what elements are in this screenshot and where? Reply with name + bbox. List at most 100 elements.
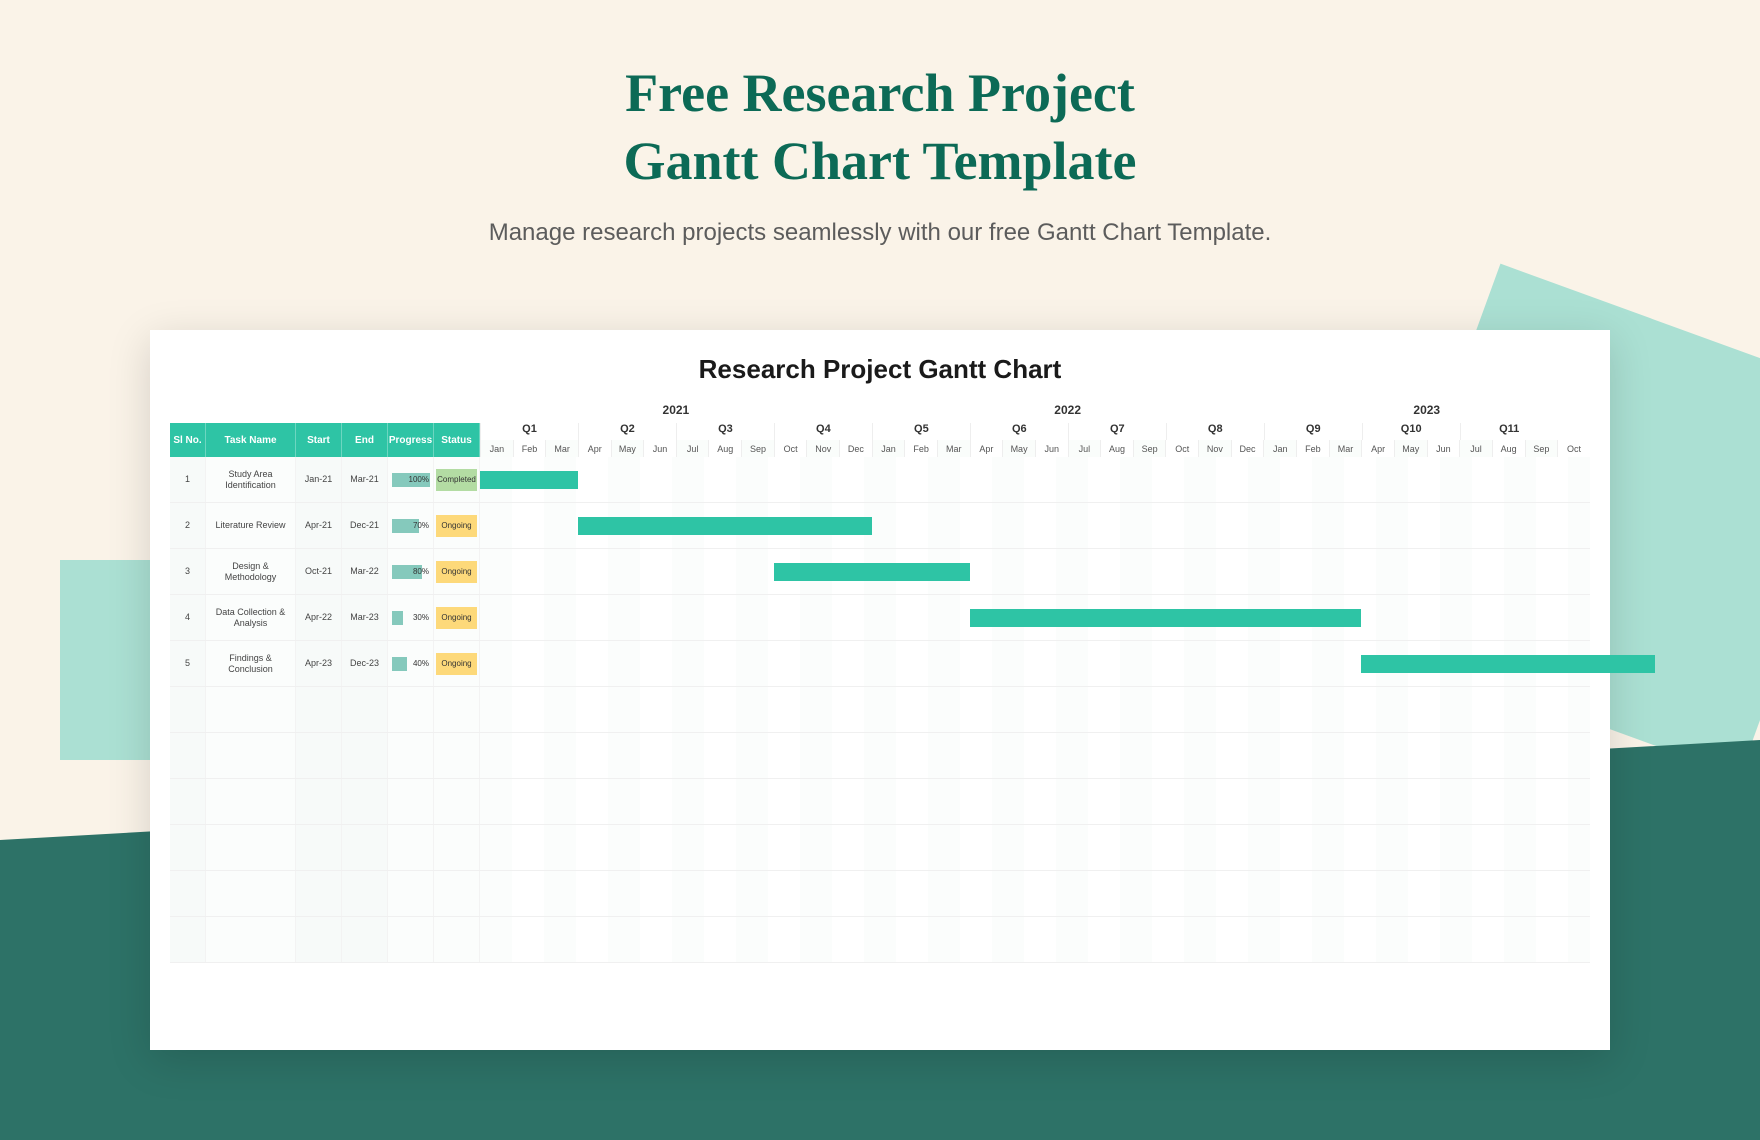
month-label: Jun	[1427, 440, 1460, 457]
cell-progress: 40%	[388, 641, 434, 686]
cell-sl: 3	[170, 549, 206, 594]
table-row: 1Study Area IdentificationJan-21Mar-2110…	[170, 457, 1590, 503]
month-label: Oct	[1165, 440, 1198, 457]
month-label: Jul	[1068, 440, 1101, 457]
gantt-bar	[1361, 655, 1655, 673]
gantt-bar-track	[480, 595, 1590, 640]
table-row: 5Findings & ConclusionApr-23Dec-2340%Ong…	[170, 641, 1590, 687]
cell-task-name: Literature Review	[206, 503, 296, 548]
quarter-label: Q4	[774, 423, 872, 440]
month-label: Aug	[1100, 440, 1133, 457]
col-header-end: End	[342, 423, 388, 457]
month-label: Jan	[872, 440, 905, 457]
month-label: Feb	[513, 440, 546, 457]
cell-task-name: Study Area Identification	[206, 457, 296, 502]
cell-end: Mar-21	[342, 457, 388, 502]
month-label: Mar	[545, 440, 578, 457]
status-badge: Completed	[436, 469, 477, 491]
cell-progress: 80%	[388, 549, 434, 594]
cell-end: Dec-23	[342, 641, 388, 686]
gantt-bar-track	[480, 641, 1590, 686]
empty-row	[170, 687, 1590, 733]
empty-row	[170, 779, 1590, 825]
quarter-label: Q2	[578, 423, 676, 440]
cell-sl: 5	[170, 641, 206, 686]
month-label: Feb	[904, 440, 937, 457]
page-subtitle: Manage research projects seamlessly with…	[0, 219, 1760, 247]
cell-status: Completed	[434, 457, 480, 502]
quarter-label: Q10	[1362, 423, 1460, 440]
month-label: Sep	[1525, 440, 1558, 457]
quarter-label: Q1	[480, 423, 578, 440]
cell-progress: 100%	[388, 457, 434, 502]
chart-title: Research Project Gantt Chart	[170, 354, 1590, 385]
month-label: Nov	[806, 440, 839, 457]
timeline-years-row: 202120222023	[170, 403, 1590, 423]
quarter-label: Q11	[1460, 423, 1558, 440]
month-label: Jul	[676, 440, 709, 457]
month-label: Aug	[708, 440, 741, 457]
gantt-card: Research Project Gantt Chart 20212022202…	[150, 330, 1610, 1050]
gantt-bar-track	[480, 457, 1590, 502]
month-label: Sep	[741, 440, 774, 457]
gantt-bar	[970, 609, 1362, 627]
cell-progress: 30%	[388, 595, 434, 640]
month-label: Mar	[1329, 440, 1362, 457]
cell-sl: 4	[170, 595, 206, 640]
cell-task-name: Design & Methodology	[206, 549, 296, 594]
quarter-label: Q9	[1264, 423, 1362, 440]
gantt-bar-track	[480, 503, 1590, 548]
month-label: Apr	[578, 440, 611, 457]
month-label: May	[611, 440, 644, 457]
status-badge: Ongoing	[436, 515, 477, 537]
gantt-bar	[578, 517, 872, 535]
col-header-task: Task Name	[206, 423, 296, 457]
gantt-bar	[774, 563, 970, 581]
table-row: 4Data Collection & AnalysisApr-22Mar-233…	[170, 595, 1590, 641]
month-label: May	[1394, 440, 1427, 457]
cell-status: Ongoing	[434, 549, 480, 594]
empty-row	[170, 733, 1590, 779]
month-label: Nov	[1198, 440, 1231, 457]
cell-sl: 1	[170, 457, 206, 502]
month-label: Apr	[970, 440, 1003, 457]
page-title: Free Research Project Gantt Chart Templa…	[0, 60, 1760, 195]
cell-start: Apr-23	[296, 641, 342, 686]
year-label: 2022	[872, 403, 1264, 423]
cell-status: Ongoing	[434, 503, 480, 548]
year-label: 2023	[1264, 403, 1590, 423]
cell-task-name: Data Collection & Analysis	[206, 595, 296, 640]
quarter-label: Q3	[676, 423, 774, 440]
month-label: Jun	[643, 440, 676, 457]
gantt-bar-track	[480, 549, 1590, 594]
cell-sl: 2	[170, 503, 206, 548]
gantt-bar	[480, 471, 578, 489]
col-header-sl: Sl No.	[170, 423, 206, 457]
year-label: 2021	[480, 403, 872, 423]
month-label: Mar	[937, 440, 970, 457]
cell-start: Apr-22	[296, 595, 342, 640]
month-label: Jan	[1263, 440, 1296, 457]
cell-end: Mar-23	[342, 595, 388, 640]
month-label: Dec	[839, 440, 872, 457]
month-label: Sep	[1133, 440, 1166, 457]
status-badge: Ongoing	[436, 653, 477, 675]
empty-row	[170, 917, 1590, 963]
month-label: Apr	[1361, 440, 1394, 457]
quarter-label: Q5	[872, 423, 970, 440]
month-label: Jan	[480, 440, 513, 457]
empty-row	[170, 871, 1590, 917]
status-badge: Ongoing	[436, 561, 477, 583]
cell-status: Ongoing	[434, 595, 480, 640]
month-label: Jun	[1035, 440, 1068, 457]
cell-progress: 70%	[388, 503, 434, 548]
cell-start: Oct-21	[296, 549, 342, 594]
title-line-2: Gantt Chart Template	[624, 131, 1137, 191]
cell-task-name: Findings & Conclusion	[206, 641, 296, 686]
col-header-start: Start	[296, 423, 342, 457]
cell-start: Jan-21	[296, 457, 342, 502]
cell-end: Mar-22	[342, 549, 388, 594]
page-header: Free Research Project Gantt Chart Templa…	[0, 0, 1760, 247]
title-line-1: Free Research Project	[625, 63, 1135, 123]
quarter-label: Q6	[970, 423, 1068, 440]
